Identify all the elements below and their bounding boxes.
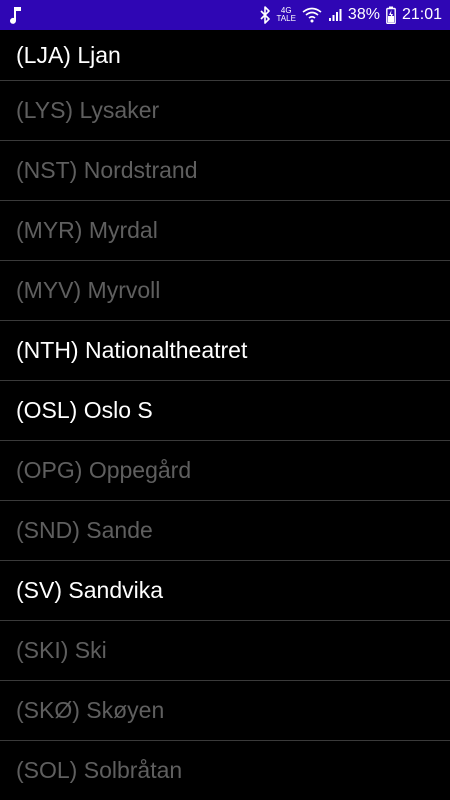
station-row[interactable]: (NTH) Nationaltheatret (0, 321, 450, 381)
status-icons: 4G TALE 38% 21:01 (259, 0, 442, 30)
status-bar: 4G TALE 38% 21:01 (0, 0, 450, 30)
station-label: (LYS) Lysaker (16, 97, 160, 123)
station-label: (NTH) Nationaltheatret (16, 337, 248, 363)
music-note-icon (8, 5, 24, 25)
station-label: (SOL) Solbråtan (16, 757, 183, 783)
station-row: (NST) Nordstrand (0, 141, 450, 201)
station-row: (OPG) Oppegård (0, 441, 450, 501)
signal-icon (328, 8, 342, 22)
station-label: (MYR) Myrdal (16, 217, 158, 243)
station-row[interactable]: (LJA) Ljan (0, 30, 450, 81)
station-label: (SND) Sande (16, 517, 153, 543)
station-label: (NST) Nordstrand (16, 157, 198, 183)
station-row: (MYV) Myrvoll (0, 261, 450, 321)
station-label: (SKØ) Skøyen (16, 697, 165, 723)
station-row[interactable]: (SV) Sandvika (0, 561, 450, 621)
network-type-bottom: TALE (276, 14, 296, 23)
station-label: (SKI) Ski (16, 637, 107, 663)
bluetooth-icon (259, 6, 271, 24)
station-label: (LJA) Ljan (16, 41, 121, 68)
station-label: (SV) Sandvika (16, 577, 164, 603)
clock: 21:01 (401, 6, 442, 23)
station-row: (SKØ) Skøyen (0, 681, 450, 741)
station-row[interactable]: (OSL) Oslo S (0, 381, 450, 441)
station-label: (OPG) Oppegård (16, 457, 192, 483)
station-row: (SOL) Solbråtan (0, 741, 450, 800)
wifi-icon (302, 7, 322, 23)
station-row: (MYR) Myrdal (0, 201, 450, 261)
station-row: (SKI) Ski (0, 621, 450, 681)
network-type: 4G TALE (277, 7, 296, 23)
battery-icon (386, 6, 396, 24)
station-list: (LJA) Ljan (LYS) Lysaker (NST) Nordstrand (… (0, 30, 450, 800)
station-label: (OSL) Oslo S (16, 397, 153, 423)
station-label: (MYV) Myrvoll (16, 277, 161, 303)
station-row: (LYS) Lysaker (0, 81, 450, 141)
station-row: (SND) Sande (0, 501, 450, 561)
battery-percent: 38% (347, 6, 380, 23)
